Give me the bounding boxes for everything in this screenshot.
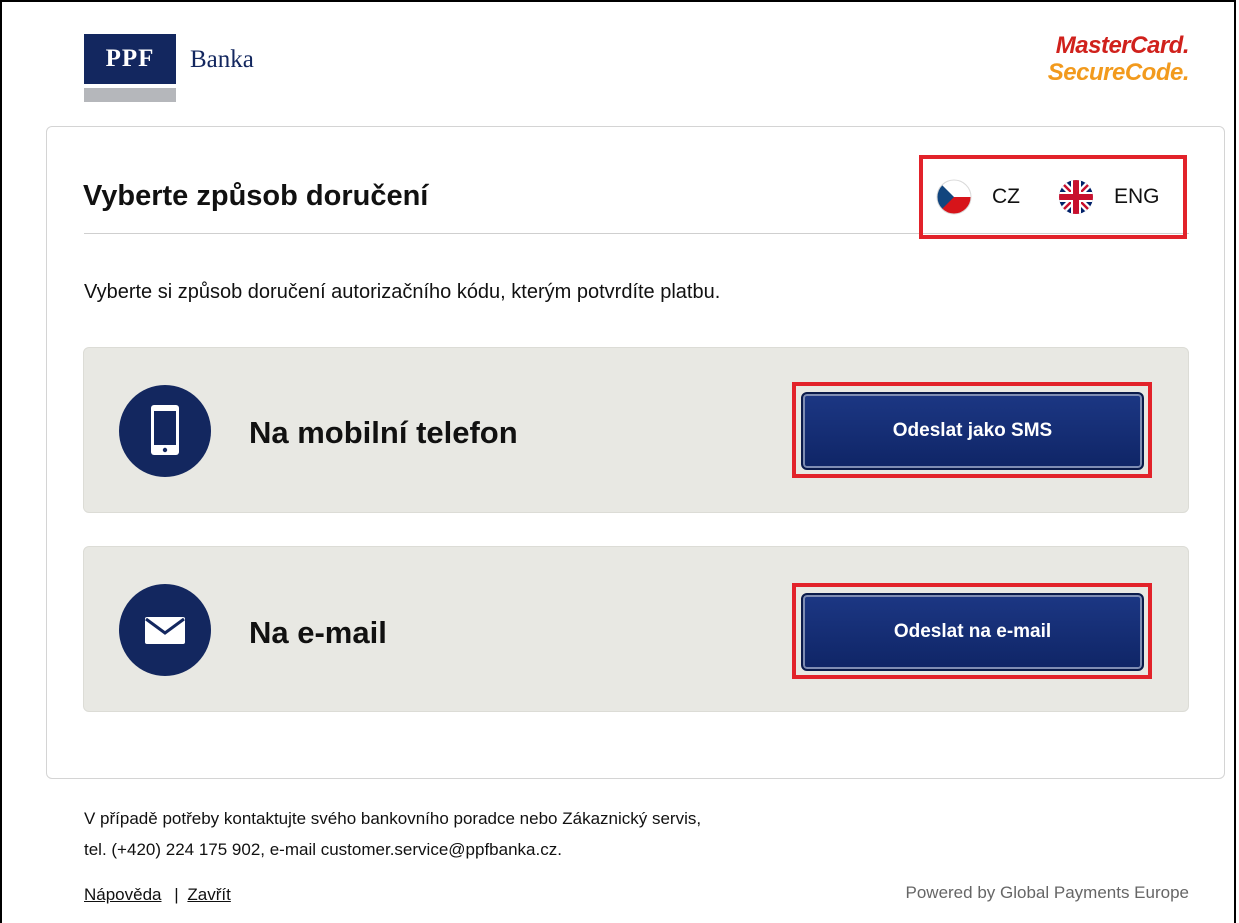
mobile-phone-icon [119, 385, 211, 477]
ppf-logo-mark: PPF [84, 34, 176, 84]
option-email-label: Na e-mail [249, 615, 387, 650]
ppf-logo: PPF [84, 34, 176, 102]
send-email-button[interactable]: Odeslat na e-mail [801, 593, 1144, 671]
page-title: Vyberte způsob doručení [83, 180, 429, 212]
czech-flag-icon [936, 179, 972, 215]
intro-text: Vyberte si způsob doručení autorizačního… [84, 281, 721, 303]
language-eng-label: ENG [1114, 185, 1160, 208]
language-cz-label: CZ [992, 185, 1020, 208]
close-link[interactable]: Zavřít [187, 885, 230, 904]
send-sms-button[interactable]: Odeslat jako SMS [801, 392, 1144, 470]
envelope-icon [119, 584, 211, 676]
ppf-logo-name: Banka [190, 46, 254, 73]
mastercard-text: MasterCard. [1055, 32, 1190, 59]
securecode-text: SecureCode. [1047, 59, 1190, 86]
option-mobile-phone-label: Na mobilní telefon [249, 415, 518, 450]
ppf-logo-bar [84, 88, 176, 102]
language-cz-link[interactable]: CZ [936, 178, 1020, 216]
language-eng-link[interactable]: ENG [1058, 178, 1160, 216]
mastercard-securecode-logo: MasterCard. SecureCode. [1047, 32, 1190, 86]
contact-line-2: tel. (+420) 224 175 902, e-mail customer… [84, 840, 562, 859]
contact-line-1: V případě potřeby kontaktujte svého bank… [84, 809, 702, 828]
footer-links: Nápověda | Zavřít [84, 885, 231, 905]
help-link[interactable]: Nápověda [84, 885, 162, 904]
powered-by-text: Powered by Global Payments Europe [905, 883, 1190, 902]
link-separator: | [174, 885, 179, 904]
contact-info: V případě potřeby kontaktujte svého bank… [84, 803, 701, 865]
uk-flag-icon [1059, 180, 1093, 214]
